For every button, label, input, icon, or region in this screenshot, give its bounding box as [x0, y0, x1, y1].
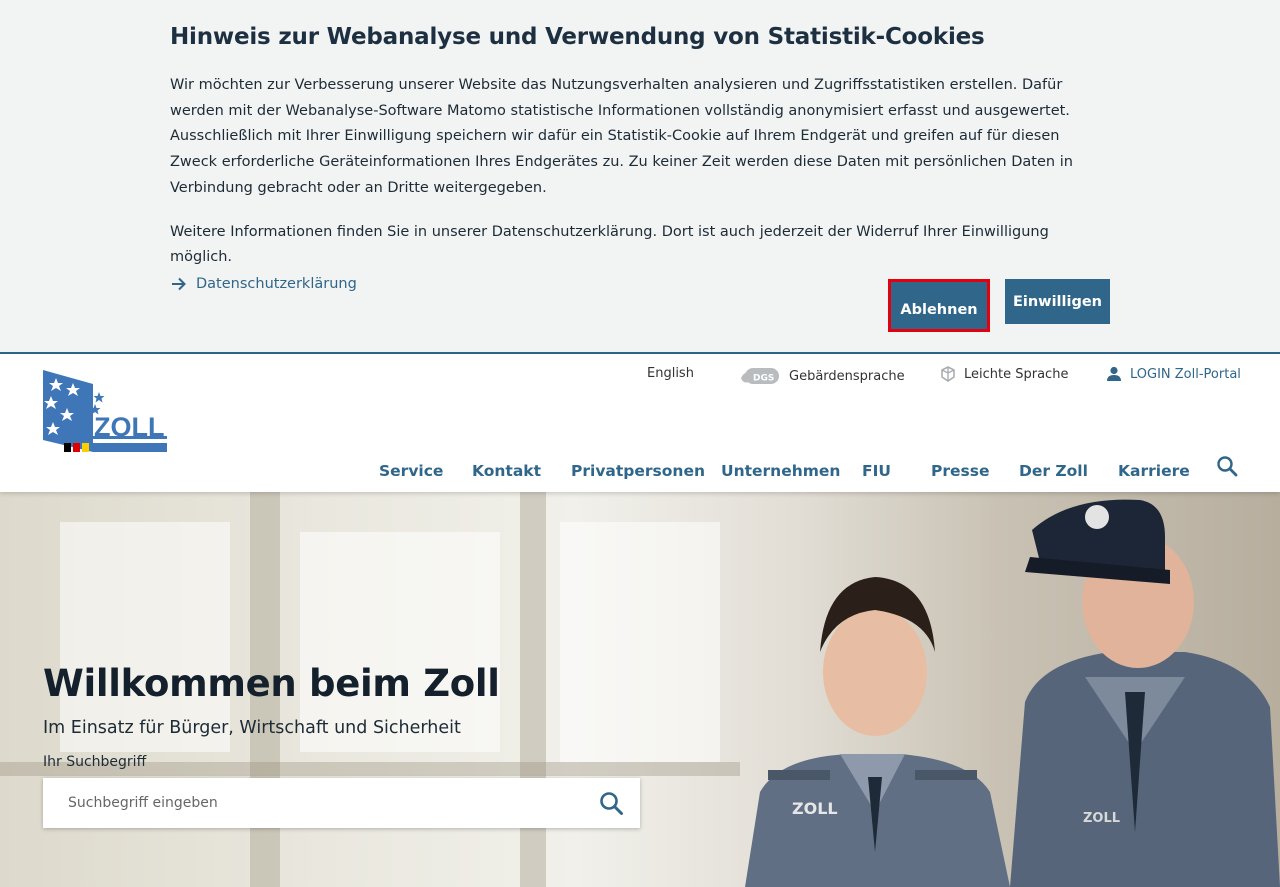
uniform-badge-text-2: ZOLL	[792, 799, 838, 818]
sign-language-icon: DGS	[741, 368, 779, 384]
hero-search-box	[43, 778, 640, 828]
sign-language-link[interactable]: DGS Gebärdensprache	[739, 366, 905, 386]
cookie-banner-info-text: Weitere Informationen finden Sie in unse…	[170, 223, 1049, 266]
sign-language-label: Gebärdensprache	[789, 368, 905, 384]
privacy-policy-link-label: Datenschutzerklärung	[196, 275, 357, 292]
hero-title: Willkommen beim Zoll	[43, 662, 500, 705]
accept-button[interactable]: Einwilligen	[1005, 279, 1110, 324]
nav-privatpersonen[interactable]: Privatpersonen	[571, 462, 705, 480]
nav-der-zoll[interactable]: Der Zoll	[1019, 462, 1088, 480]
sign-language-badge: DGS	[753, 374, 774, 384]
cookie-banner-content: Hinweis zur Webanalyse und Verwendung vo…	[170, 24, 1110, 297]
zoll-logo[interactable]: ZOLL	[43, 370, 167, 452]
cookie-banner-title: Hinweis zur Webanalyse und Verwendung vo…	[170, 24, 985, 50]
search-input[interactable]	[43, 778, 583, 828]
search-icon[interactable]	[598, 790, 624, 816]
nav-service[interactable]: Service	[379, 462, 443, 480]
easy-language-label: Leichte Sprache	[964, 366, 1069, 382]
easy-language-link[interactable]: Leichte Sprache	[940, 366, 1068, 382]
easy-language-icon	[941, 366, 955, 382]
user-icon	[1107, 366, 1121, 381]
language-english-link[interactable]: English	[647, 366, 694, 381]
hero-subtitle: Im Einsatz für Bürger, Wirtschaft und Si…	[43, 718, 461, 738]
header-search-icon[interactable]	[1216, 455, 1238, 477]
cookie-banner-text: Wir möchten zur Verbesserung unserer Web…	[170, 77, 1073, 196]
customs-officers-image: ZOLL ZOLL	[745, 499, 1280, 887]
nav-karriere[interactable]: Karriere	[1118, 462, 1190, 480]
nav-presse[interactable]: Presse	[931, 462, 989, 480]
decline-button[interactable]: Ablehnen	[888, 279, 990, 332]
search-label: Ihr Suchbegriff	[43, 754, 147, 770]
login-portal-link[interactable]: LOGIN Zoll-Portal	[1106, 366, 1241, 382]
site-header: ZOLL English DGS Gebärdensprache Leichte…	[0, 354, 1280, 492]
uniform-badge-text: ZOLL	[1083, 811, 1120, 826]
nav-unternehmen[interactable]: Unternehmen	[721, 462, 840, 480]
hero-section: ZOLL ZOLL Willkommen beim Zoll Im Einsat…	[0, 492, 1280, 887]
cookie-banner: Hinweis zur Webanalyse und Verwendung vo…	[0, 0, 1280, 354]
nav-fiu[interactable]: FIU	[862, 462, 891, 480]
logo-text: ZOLL	[94, 412, 164, 442]
decline-button-label: Ablehnen	[892, 283, 986, 328]
login-portal-label: LOGIN Zoll-Portal	[1130, 366, 1241, 382]
arrow-right-icon	[172, 277, 186, 291]
nav-kontakt[interactable]: Kontakt	[472, 462, 541, 480]
